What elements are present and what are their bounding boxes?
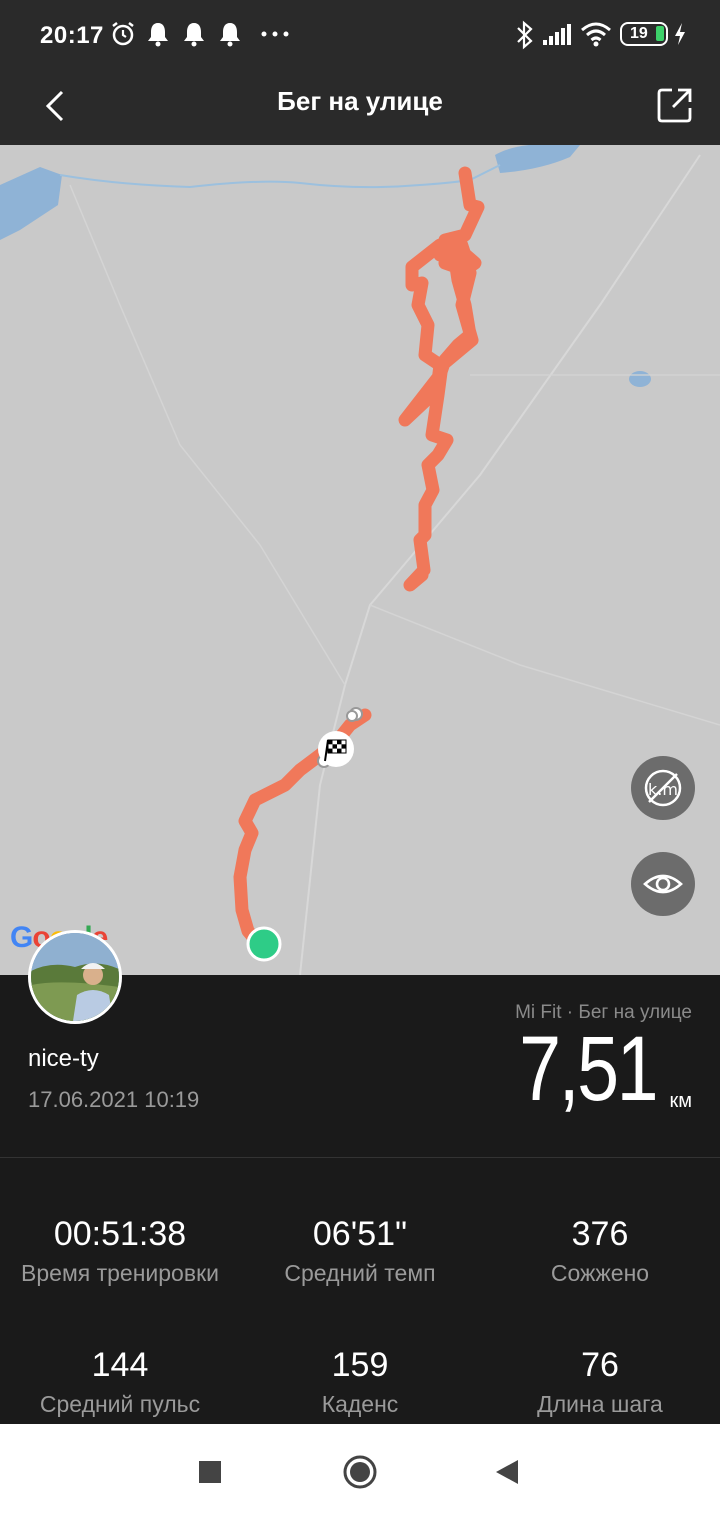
bluetooth-icon — [517, 20, 533, 50]
status-bar: 20:17 19 — [0, 0, 720, 68]
route-map[interactable]: k.m Google — [0, 145, 720, 975]
home-circle-icon[interactable] — [336, 1448, 384, 1496]
chevron-left-icon[interactable] — [34, 82, 82, 130]
stat-value: 144 — [91, 1346, 149, 1384]
hide-distance-markers-button[interactable]: k.m — [631, 756, 695, 820]
stat-label: Средний пульс — [39, 1391, 201, 1417]
charging-icon — [675, 23, 685, 45]
stat-calories: 376 Сожжено — [480, 1212, 720, 1287]
stat-value: 06'51" — [312, 1215, 408, 1253]
workout-datetime: 17.06.2021 10:19 — [28, 1087, 200, 1112]
stat-cadence: 159 Каденс — [240, 1343, 480, 1418]
app-bar: Бег на улице — [0, 68, 720, 145]
stat-stride-length: 76 Длина шага — [480, 1343, 720, 1418]
system-nav-bar — [0, 1424, 720, 1520]
stat-value: 159 — [331, 1346, 389, 1384]
stat-label: Каденс — [321, 1391, 399, 1417]
bell-icon — [184, 23, 204, 47]
map-canvas — [0, 145, 720, 975]
finish-flag-icon — [318, 731, 354, 767]
toggle-visibility-button[interactable] — [631, 852, 695, 916]
signal-icon — [543, 24, 571, 45]
alarm-icon — [112, 22, 134, 46]
road — [69, 184, 346, 686]
distance-value: 7,51 — [519, 1018, 658, 1120]
pond — [629, 371, 651, 387]
stat-value: 00:51:38 — [53, 1215, 187, 1253]
recents-square-icon[interactable] — [186, 1448, 234, 1496]
stat-avg-heart-rate: 144 Средний пульс — [0, 1343, 240, 1418]
stat-duration: 00:51:38 Время тренировки — [0, 1212, 240, 1287]
battery-icon: 19 — [620, 22, 668, 46]
bell-icon — [148, 23, 168, 47]
wifi-icon — [581, 22, 611, 47]
status-time: 20:17 — [40, 22, 104, 49]
battery-level: 19 — [630, 25, 648, 42]
stat-label: Длина шага — [537, 1391, 663, 1417]
distance-unit: км — [669, 1090, 693, 1112]
lake — [495, 145, 580, 173]
eye-icon — [643, 874, 683, 894]
stats-grid: 00:51:38 Время тренировки 06'51" Средний… — [0, 1158, 720, 1424]
road — [369, 604, 720, 726]
river — [59, 164, 501, 189]
km-marker — [346, 710, 358, 722]
page-title: Бег на улице — [277, 86, 443, 116]
stat-avg-pace: 06'51" Средний темп — [240, 1212, 480, 1287]
more-icon — [261, 31, 289, 37]
stat-label: Время тренировки — [21, 1260, 219, 1286]
hide-distance-markers-icon: k.m — [644, 769, 682, 807]
bell-icon — [220, 23, 240, 47]
route-line-north — [398, 166, 485, 592]
start-marker — [246, 926, 282, 962]
username: nice-ty — [28, 1045, 99, 1072]
avatar[interactable] — [28, 930, 122, 1024]
stat-label: Сожжено — [550, 1260, 650, 1286]
stat-value: 376 — [571, 1215, 629, 1253]
share-icon[interactable] — [650, 80, 700, 130]
stat-label: Средний темп — [284, 1260, 436, 1286]
lake — [0, 167, 62, 240]
back-triangle-icon[interactable] — [484, 1448, 532, 1496]
stat-value: 76 — [581, 1346, 619, 1384]
